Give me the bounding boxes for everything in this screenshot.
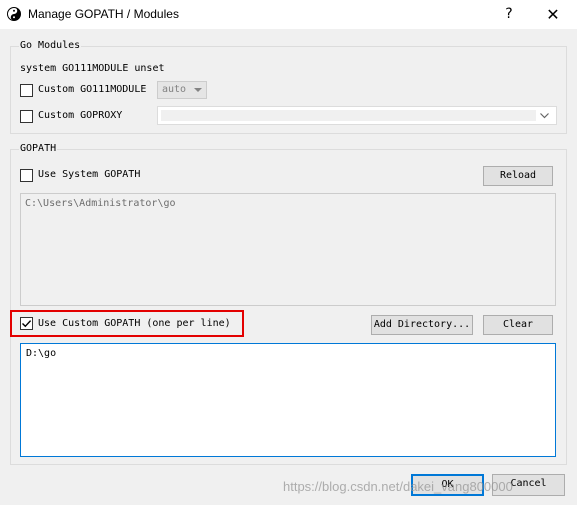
use-system-gopath-label: Use System GOPATH: [38, 169, 141, 180]
title-bar: Manage GOPATH / Modules ? ✕: [0, 0, 577, 29]
dialog-body: Go Modules system GO111MODULE unset Cust…: [0, 29, 577, 505]
custom-go111module-checkbox[interactable]: [20, 84, 33, 97]
clear-button[interactable]: Clear: [483, 315, 553, 335]
custom-goproxy-checkbox[interactable]: [20, 110, 33, 123]
custom-go111module-label: Custom GO111MODULE: [38, 84, 147, 95]
add-directory-button[interactable]: Add Directory...: [371, 315, 473, 335]
dropdown-arrow-icon: [194, 88, 202, 92]
chevron-down-icon[interactable]: [539, 109, 550, 122]
csdn-watermark: https://blog.csdn.net/dakei_vang800000: [283, 479, 513, 494]
custom-gopath-textarea[interactable]: D:\go: [20, 343, 556, 457]
window-title: Manage GOPATH / Modules: [28, 7, 179, 21]
custom-goproxy-label: Custom GOPROXY: [38, 110, 123, 121]
help-button[interactable]: ?: [489, 0, 529, 29]
go111module-select[interactable]: auto: [157, 81, 207, 99]
checkmark-icon: [22, 320, 32, 328]
custom-gopath-entry: D:\go: [26, 348, 57, 359]
system-gopath-entry: C:\Users\Administrator\go: [25, 198, 176, 209]
go111module-status: system GO111MODULE unset: [20, 63, 165, 74]
use-custom-gopath-checkbox[interactable]: [20, 317, 33, 330]
go-modules-group-title: Go Modules: [19, 40, 82, 52]
close-button[interactable]: ✕: [533, 0, 573, 29]
goproxy-input[interactable]: [161, 110, 536, 121]
system-gopath-list: C:\Users\Administrator\go: [20, 193, 556, 306]
use-custom-gopath-label: Use Custom GOPATH (one per line): [38, 318, 231, 329]
go111module-select-value: auto: [162, 84, 187, 95]
goproxy-combobox[interactable]: [157, 106, 557, 125]
gopath-group-title: GOPATH: [19, 143, 58, 155]
liteide-app-icon: [7, 7, 21, 21]
use-system-gopath-checkbox[interactable]: [20, 169, 33, 182]
reload-button[interactable]: Reload: [483, 166, 553, 186]
